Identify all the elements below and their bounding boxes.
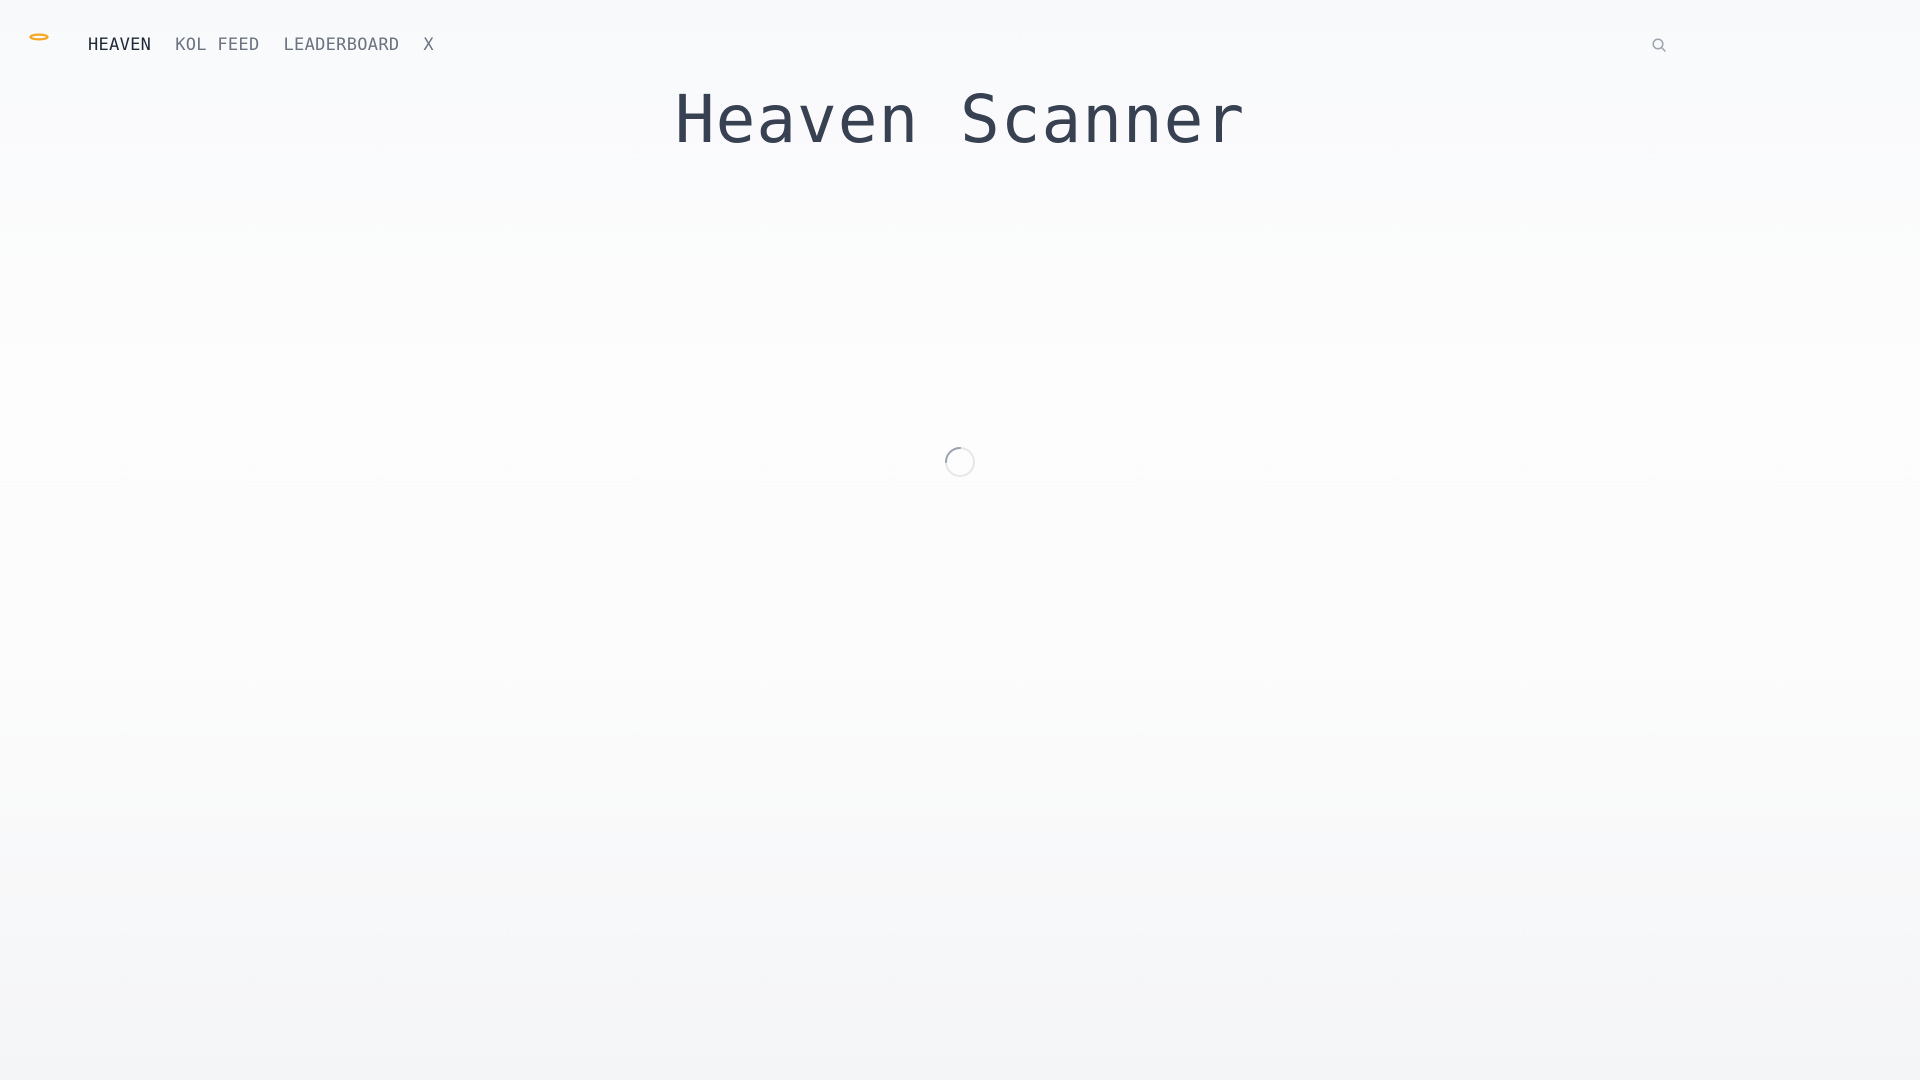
- loading-spinner-icon: [944, 446, 976, 478]
- nav-item-heaven[interactable]: HEAVEN: [88, 33, 151, 57]
- search-icon[interactable]: [1651, 37, 1667, 53]
- nav-item-leaderboard[interactable]: LEADERBOARD: [284, 33, 400, 57]
- page-title: Heaven Scanner: [674, 81, 1246, 158]
- main-nav: HEAVEN KOL FEED LEADERBOARD X: [88, 33, 458, 57]
- halo-icon[interactable]: [29, 33, 49, 41]
- nav-item-x[interactable]: X: [423, 33, 434, 57]
- nav-item-kol-feed[interactable]: KOL FEED: [175, 33, 259, 57]
- top-header: HEAVEN KOL FEED LEADERBOARD X: [0, 0, 1920, 90]
